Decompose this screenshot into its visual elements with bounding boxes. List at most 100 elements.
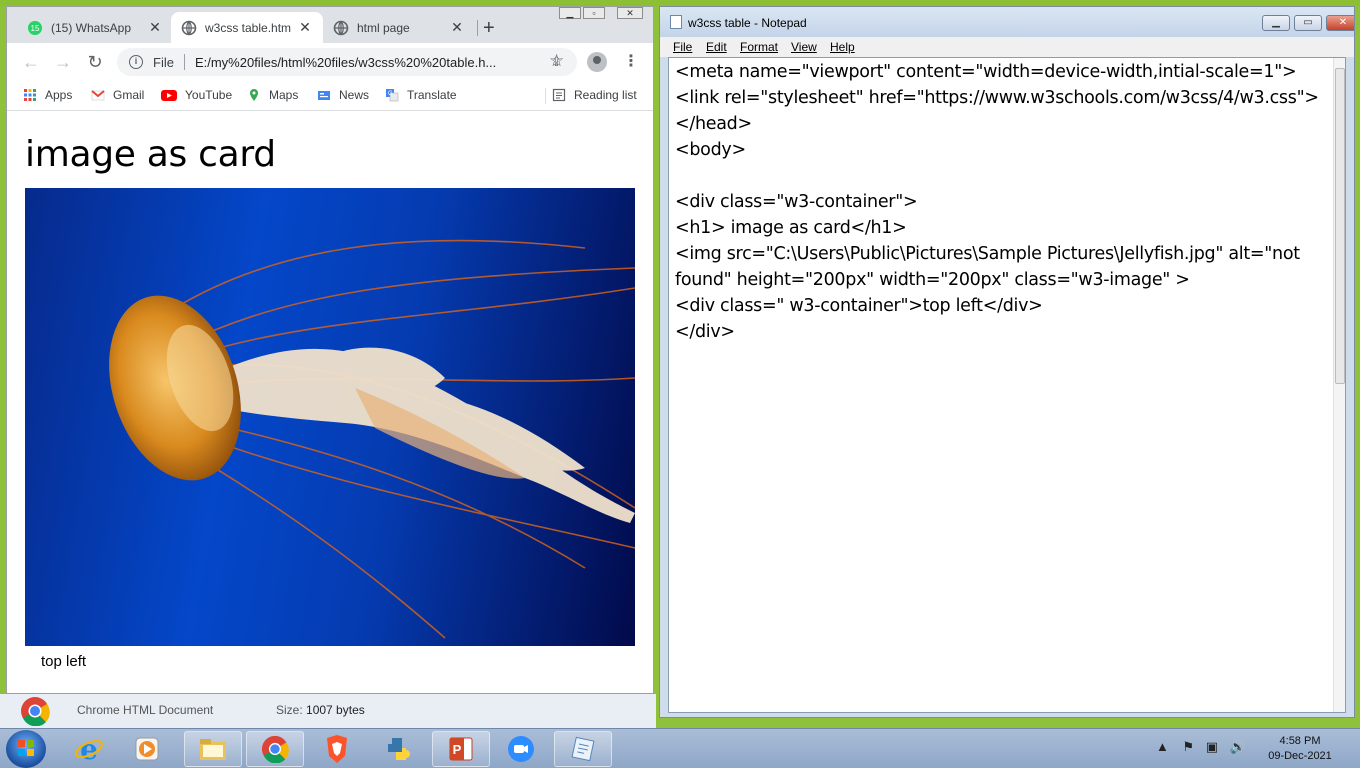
page-viewport: image as card top left bbox=[7, 111, 653, 693]
system-tray: ▲ ⚑ ▣ 🔊 bbox=[1156, 739, 1246, 755]
whatsapp-icon: 15 bbox=[28, 20, 42, 35]
bookmark-label: Gmail bbox=[113, 88, 145, 102]
file-details-bar: Chrome HTML Document Size: 1007 bytes bbox=[0, 694, 656, 728]
vertical-scrollbar[interactable] bbox=[1333, 58, 1345, 712]
close-window-icon[interactable]: ✕ bbox=[617, 7, 643, 19]
close-window-icon[interactable]: ✕ bbox=[1326, 15, 1354, 31]
close-tab-icon[interactable]: ✕ bbox=[297, 19, 313, 36]
menu-format[interactable]: Format bbox=[740, 40, 778, 54]
bookmark-maps[interactable]: Maps bbox=[247, 88, 298, 102]
reading-list-label: Reading list bbox=[574, 88, 637, 102]
tab-separator bbox=[477, 20, 478, 36]
volume-icon[interactable]: 🔊 bbox=[1230, 739, 1246, 754]
apps-grid-icon bbox=[24, 89, 36, 101]
reading-list-icon bbox=[552, 88, 566, 102]
bookmark-translate[interactable]: G Translate bbox=[385, 88, 457, 102]
profile-avatar-icon[interactable] bbox=[587, 52, 607, 72]
menu-edit[interactable]: Edit bbox=[706, 40, 727, 54]
tab-w3css-table[interactable]: w3css table.htm ✕ bbox=[171, 12, 323, 43]
code-line: <body> bbox=[675, 140, 746, 160]
close-tab-icon[interactable]: ✕ bbox=[147, 19, 163, 36]
gmail-icon bbox=[91, 90, 105, 101]
bookmark-apps[interactable]: Apps bbox=[23, 88, 72, 102]
tab-title: (15) WhatsApp bbox=[51, 20, 132, 35]
chrome-taskbar-icon[interactable] bbox=[246, 731, 304, 767]
bookmark-news[interactable]: News bbox=[317, 88, 369, 102]
zoom-icon[interactable] bbox=[496, 731, 546, 767]
tab-title: w3css table.htm bbox=[205, 20, 291, 35]
tab-title: html page bbox=[357, 20, 410, 35]
action-center-flag-icon[interactable]: ⚑ bbox=[1183, 739, 1195, 754]
maximize-icon[interactable]: ▫ bbox=[583, 7, 605, 19]
card-caption: top left bbox=[41, 653, 87, 670]
tab-html-page[interactable]: html page ✕ bbox=[323, 12, 475, 43]
tab-whatsapp[interactable]: 15 (15) WhatsApp ✕ bbox=[17, 12, 173, 43]
jellyfish-image bbox=[25, 188, 635, 646]
notepad-window: w3css table - Notepad ▁ ▭ ✕ File Edit Fo… bbox=[659, 6, 1355, 718]
clock-time: 4:58 PM bbox=[1279, 735, 1321, 747]
bookmark-label: YouTube bbox=[185, 88, 233, 102]
code-line: <link rel="stylesheet" href="https://www… bbox=[675, 88, 1319, 108]
bookmark-label: Maps bbox=[269, 88, 299, 102]
maximize-icon[interactable]: ▭ bbox=[1294, 15, 1322, 31]
reload-icon[interactable]: ↻ bbox=[85, 52, 105, 72]
size-value: 1007 bytes bbox=[306, 703, 365, 717]
file-type-label: Chrome HTML Document bbox=[77, 703, 214, 717]
bookmarks-bar: Apps Gmail YouTube Maps News G Translate… bbox=[7, 81, 653, 111]
size-label: Size: bbox=[276, 703, 303, 717]
chrome-icon bbox=[21, 697, 50, 726]
menu-view[interactable]: View bbox=[791, 40, 817, 54]
bookmark-youtube[interactable]: YouTube bbox=[161, 88, 232, 102]
code-line: </head> bbox=[675, 114, 752, 134]
maps-icon bbox=[250, 89, 258, 101]
bookmark-label: Translate bbox=[407, 88, 457, 102]
divider bbox=[183, 54, 185, 70]
youtube-icon bbox=[161, 90, 177, 101]
file-explorer-icon[interactable] bbox=[184, 731, 242, 767]
python-icon[interactable] bbox=[374, 731, 424, 767]
network-icon[interactable]: ▣ bbox=[1206, 739, 1218, 754]
forward-arrow-icon[interactable]: → bbox=[53, 52, 73, 72]
svg-text:P: P bbox=[453, 742, 462, 757]
scrollbar-thumb[interactable] bbox=[1335, 68, 1345, 384]
translate-icon: G bbox=[386, 89, 399, 102]
windows-logo-icon bbox=[18, 740, 34, 756]
minimize-icon[interactable]: ▁ bbox=[1262, 15, 1290, 31]
menu-help[interactable]: Help bbox=[830, 40, 855, 54]
menu-file[interactable]: File bbox=[673, 40, 692, 54]
media-player-icon[interactable] bbox=[122, 731, 172, 767]
globe-icon bbox=[333, 20, 349, 35]
new-tab-button[interactable]: + bbox=[483, 18, 495, 38]
globe-icon bbox=[181, 20, 197, 35]
taskbar-clock[interactable]: 4:58 PM 09-Dec-2021 bbox=[1262, 734, 1338, 764]
reading-list-button[interactable]: Reading list bbox=[552, 88, 637, 102]
brave-icon[interactable] bbox=[312, 731, 362, 767]
minimize-icon[interactable]: ▁ bbox=[559, 7, 581, 19]
show-hidden-icons-icon[interactable]: ▲ bbox=[1156, 739, 1169, 754]
notepad-text-area[interactable]: <meta name="viewport" content="width=dev… bbox=[668, 57, 1346, 713]
browser-toolbar: ← → ↻ i File E:/my%20files/html%20files/… bbox=[7, 43, 653, 81]
close-tab-icon[interactable]: ✕ bbox=[449, 19, 465, 36]
jellyfish-illustration bbox=[109, 239, 635, 639]
info-icon[interactable]: i bbox=[129, 55, 143, 69]
bookmark-gmail[interactable]: Gmail bbox=[91, 88, 144, 102]
url-scheme-label: File bbox=[153, 54, 174, 70]
svg-text:e: e bbox=[80, 734, 98, 764]
address-bar[interactable]: i File E:/my%20files/html%20files/w3css%… bbox=[117, 48, 577, 76]
notepad-taskbar-icon[interactable] bbox=[554, 731, 612, 767]
start-button-icon[interactable] bbox=[6, 730, 46, 768]
code-line: </div> bbox=[675, 322, 735, 342]
bookmark-star-icon[interactable]: ☆ bbox=[549, 51, 564, 71]
more-menu-icon[interactable]: ⋮ bbox=[623, 51, 639, 71]
back-arrow-icon[interactable]: ← bbox=[21, 52, 41, 72]
page-heading: image as card bbox=[25, 134, 276, 175]
url-text[interactable]: E:/my%20files/html%20files/w3css%20%20ta… bbox=[195, 55, 551, 70]
powerpoint-icon[interactable]: P bbox=[432, 731, 490, 767]
notepad-title: w3css table - Notepad bbox=[688, 16, 807, 30]
notepad-menubar: File Edit Format View Help bbox=[660, 37, 1354, 57]
internet-explorer-icon[interactable]: e bbox=[64, 731, 114, 767]
windows-taskbar: e P ▲ ⚑ ▣ 🔊 4:58 PM 09-Dec-2021 bbox=[0, 728, 1360, 768]
notepad-app-icon bbox=[670, 15, 682, 29]
file-size: Size: 1007 bytes bbox=[276, 703, 365, 717]
code-line: <meta name="viewport" content="width=dev… bbox=[675, 62, 1297, 82]
